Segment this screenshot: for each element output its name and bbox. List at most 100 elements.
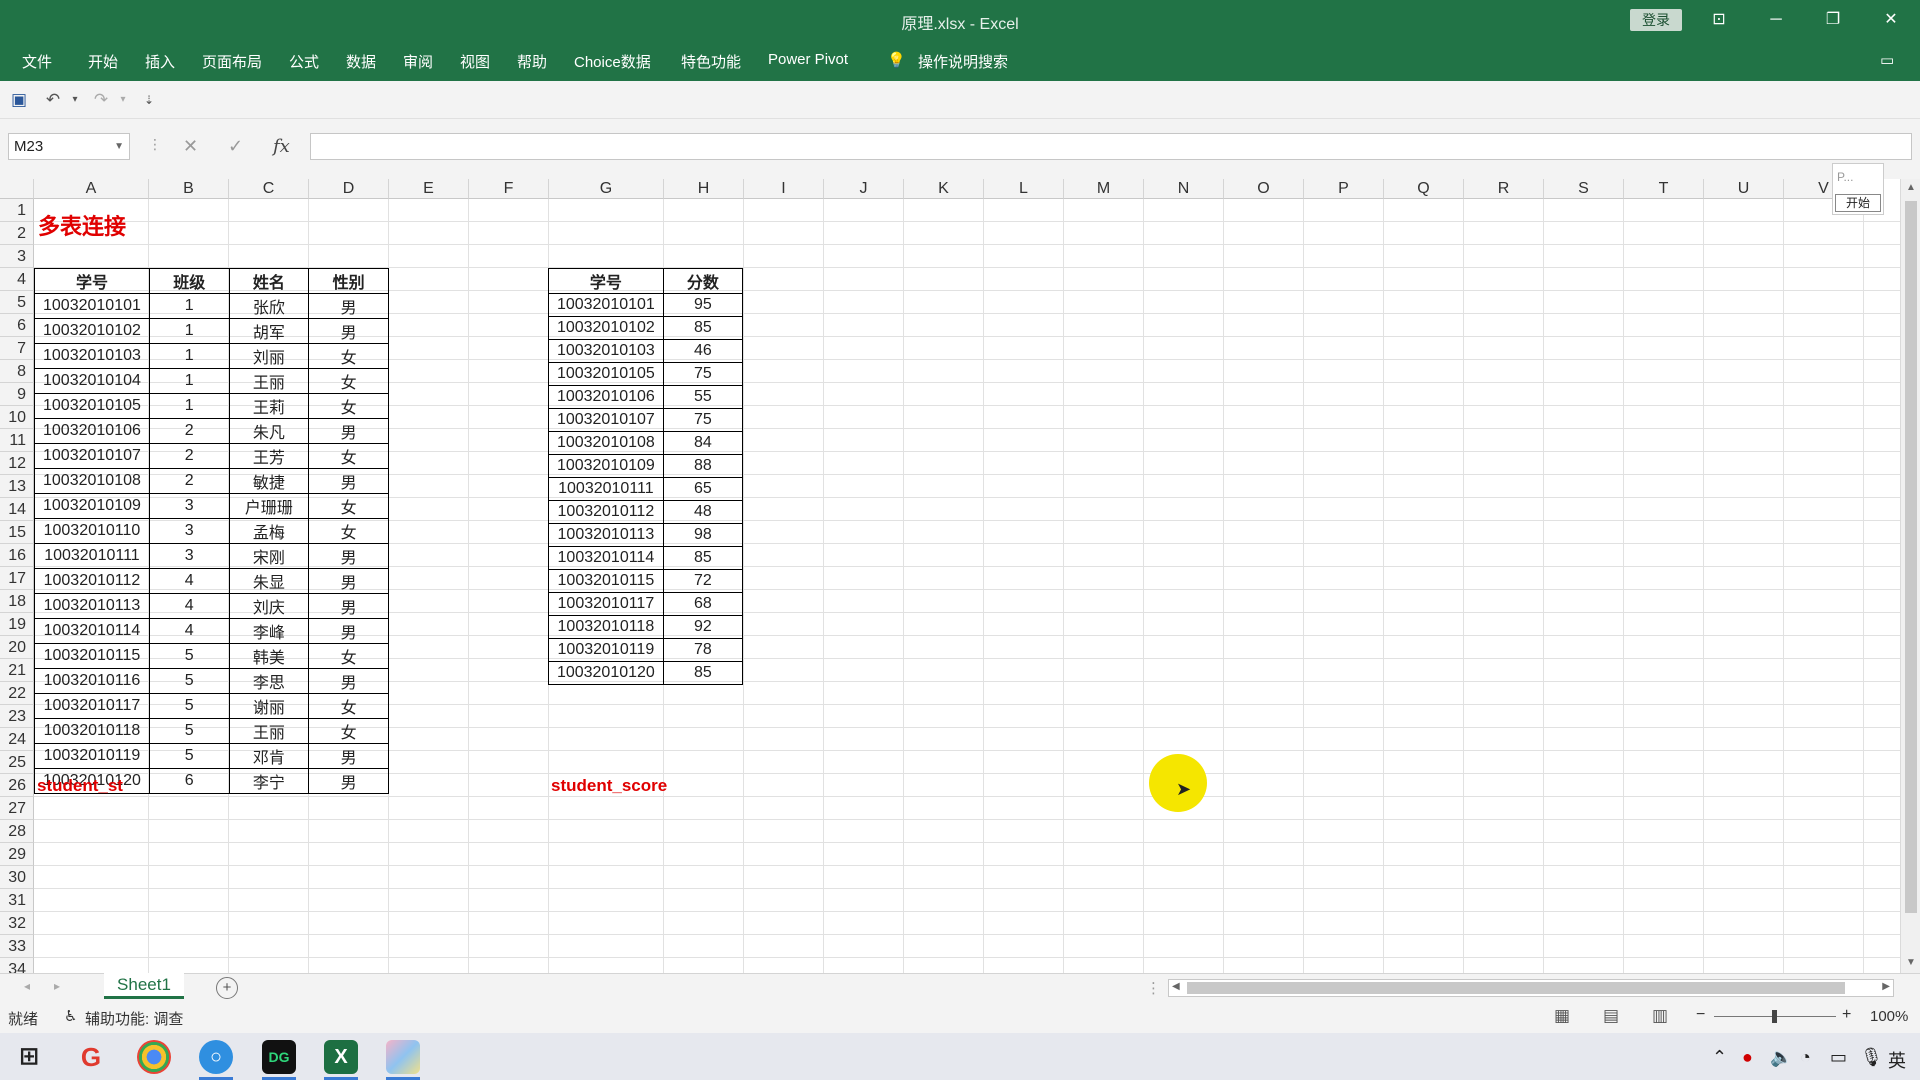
table-cell[interactable]: 10032010112	[34, 568, 150, 594]
table-cell[interactable]: 敏捷	[228, 468, 310, 494]
excel-icon[interactable]: X	[324, 1040, 358, 1074]
splitter-icon[interactable]: ⋮	[1146, 979, 1161, 997]
table-cell[interactable]: 朱显	[228, 568, 310, 594]
zoom-slider-thumb[interactable]	[1772, 1010, 1777, 1023]
table-cell[interactable]: 68	[662, 592, 744, 616]
column-header[interactable]: S	[1544, 179, 1624, 199]
table-cell[interactable]: 女	[308, 718, 389, 744]
zoom-in-icon[interactable]: +	[1842, 1006, 1851, 1024]
table-cell[interactable]: 10032010111	[34, 543, 150, 569]
name-box[interactable]: M23 ▼	[8, 133, 130, 160]
table-cell[interactable]: 10032010120	[548, 661, 664, 685]
table-cell[interactable]: 4	[148, 593, 230, 619]
table-cell[interactable]: 10032010115	[548, 569, 664, 593]
table-cell[interactable]: 3	[148, 543, 230, 569]
row-header[interactable]: 3	[0, 245, 34, 268]
column-header[interactable]: E	[389, 179, 469, 199]
row-header[interactable]: 31	[0, 889, 34, 912]
table-cell[interactable]: 李宁	[228, 768, 310, 794]
row-header[interactable]: 4	[0, 268, 34, 291]
network-icon[interactable]: ◔	[1800, 1047, 1811, 1068]
table-cell[interactable]: 男	[308, 618, 389, 644]
column-header[interactable]: C	[229, 179, 309, 199]
table-cell[interactable]: 10032010113	[548, 523, 664, 547]
ime-indicator[interactable]: 英	[1888, 1047, 1906, 1073]
restore-icon[interactable]: ❐	[1810, 6, 1856, 34]
table-cell[interactable]: 李峰	[228, 618, 310, 644]
table-cell[interactable]: 98	[662, 523, 744, 547]
table-cell[interactable]: 女	[308, 393, 389, 419]
table-cell[interactable]: 55	[662, 385, 744, 409]
table-cell[interactable]: 48	[662, 500, 744, 524]
row-header[interactable]: 7	[0, 337, 34, 360]
table-cell[interactable]: 85	[662, 546, 744, 570]
column-header[interactable]: G	[549, 179, 664, 199]
column-header[interactable]: O	[1224, 179, 1304, 199]
table-cell[interactable]: 10032010119	[548, 638, 664, 662]
column-header[interactable]: R	[1464, 179, 1544, 199]
microphone-icon[interactable]: 🎙	[1860, 1047, 1883, 1068]
row-header[interactable]: 15	[0, 521, 34, 544]
horizontal-scroll-thumb[interactable]	[1187, 982, 1845, 994]
table-cell[interactable]: 10032010107	[548, 408, 664, 432]
table-cell[interactable]: 刘丽	[228, 343, 310, 369]
table-cell[interactable]: 10032010115	[34, 643, 150, 669]
datagrip-icon[interactable]: DG	[262, 1040, 296, 1074]
accessibility-status[interactable]: 辅助功能: 调查	[85, 1008, 183, 1029]
row-header[interactable]: 32	[0, 912, 34, 935]
column-header[interactable]: T	[1624, 179, 1704, 199]
start-icon[interactable]: ⊞	[12, 1040, 46, 1074]
next-sheet-icon[interactable]: ▸	[54, 979, 60, 993]
column-header[interactable]: D	[309, 179, 389, 199]
vertical-scrollbar[interactable]: ▲ ▼	[1900, 179, 1920, 973]
row-header[interactable]: 34	[0, 958, 34, 973]
column-header[interactable]: P	[1304, 179, 1384, 199]
row-header[interactable]: 5	[0, 291, 34, 314]
row-header[interactable]: 8	[0, 360, 34, 383]
page-layout-view-icon[interactable]: ▤	[1603, 1006, 1619, 1026]
column-header[interactable]: H	[664, 179, 744, 199]
table-cell[interactable]: 王芳	[228, 443, 310, 469]
table-cell[interactable]: 2	[148, 443, 230, 469]
table-cell[interactable]: 10032010113	[34, 593, 150, 619]
table-cell[interactable]: 朱凡	[228, 418, 310, 444]
paint-icon[interactable]	[386, 1040, 420, 1074]
row-header[interactable]: 17	[0, 567, 34, 590]
tab-formulas[interactable]: 公式	[289, 51, 319, 72]
worksheet-grid[interactable]: A B C D E F G H I J K L M N O P Q R S T U V 1 2 3 4 5 6 7 8 9 10 11 12 13 1…	[0, 179, 1900, 973]
table-cell[interactable]: 10032010109	[34, 493, 150, 519]
app-g-icon[interactable]: G	[74, 1040, 108, 1074]
login-button[interactable]: 登录	[1630, 9, 1682, 31]
tab-file[interactable]: 文件	[22, 51, 52, 72]
table-cell[interactable]: 1	[148, 293, 230, 319]
table-cell[interactable]: 5	[148, 743, 230, 769]
redo-dropdown-icon[interactable]: ▾	[112, 89, 134, 111]
table-cell[interactable]: 男	[308, 593, 389, 619]
tray-overflow-icon[interactable]: ⌃	[1712, 1047, 1727, 1068]
table-cell[interactable]: 4	[148, 568, 230, 594]
close-icon[interactable]: ✕	[1868, 6, 1914, 34]
table-cell[interactable]: 10032010102	[548, 316, 664, 340]
table-cell[interactable]: 1	[148, 393, 230, 419]
check-icon[interactable]: ✓	[228, 136, 243, 157]
tab-home[interactable]: 开始	[88, 51, 118, 72]
row-header[interactable]: 29	[0, 843, 34, 866]
table-cell[interactable]: 10032010118	[34, 718, 150, 744]
undo-dropdown-icon[interactable]: ▾	[64, 89, 86, 111]
table-cell[interactable]: 胡军	[228, 318, 310, 344]
table-cell[interactable]: 6	[148, 768, 230, 794]
table-cell[interactable]: 张欣	[228, 293, 310, 319]
comments-icon[interactable]: ▭	[1880, 51, 1894, 69]
zoom-out-icon[interactable]: −	[1696, 1006, 1705, 1024]
tab-special-features[interactable]: 特色功能	[681, 51, 741, 72]
table-cell[interactable]: 10032010109	[548, 454, 664, 478]
select-all-corner[interactable]	[0, 179, 34, 199]
column-heading[interactable]: 班级	[148, 268, 230, 294]
volume-icon[interactable]: 🔈	[1770, 1047, 1792, 1068]
table-cell[interactable]: 3	[148, 493, 230, 519]
table-cell[interactable]: 10032010117	[34, 693, 150, 719]
table-cell[interactable]: 10032010107	[34, 443, 150, 469]
row-header[interactable]: 9	[0, 383, 34, 406]
table-cell[interactable]: 3	[148, 518, 230, 544]
table-cell[interactable]: 2	[148, 468, 230, 494]
